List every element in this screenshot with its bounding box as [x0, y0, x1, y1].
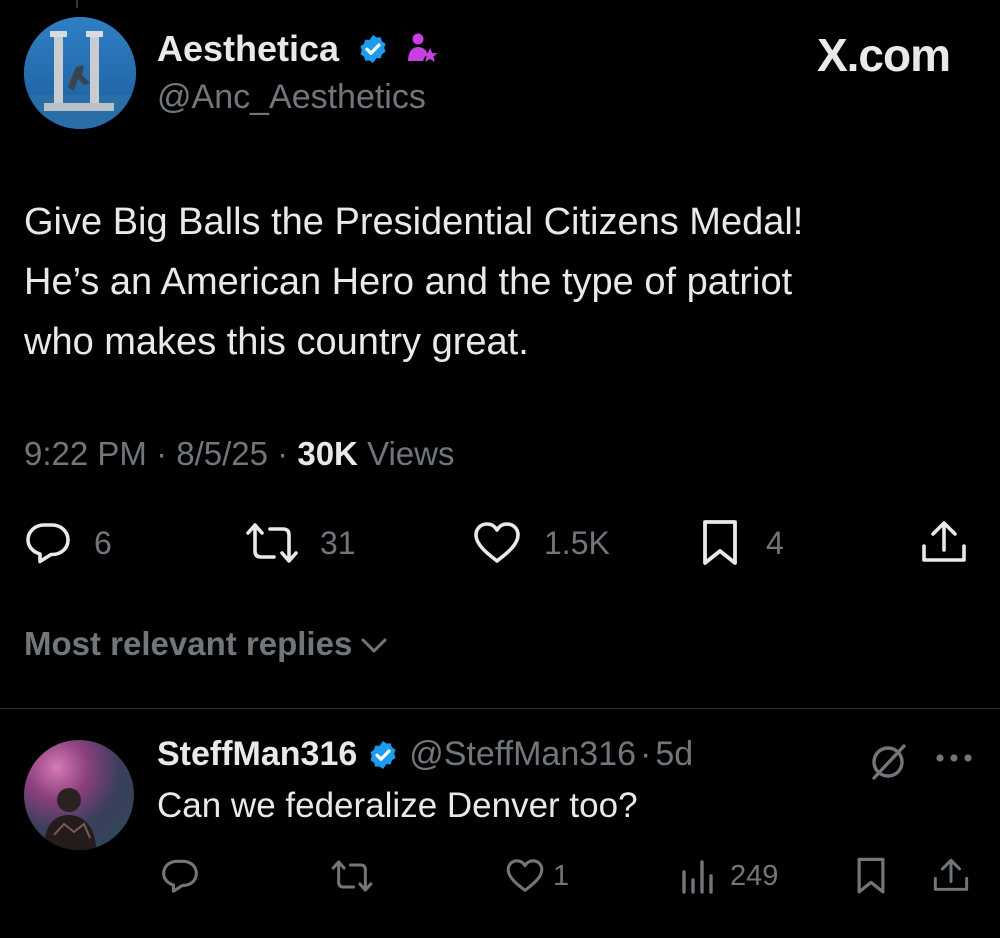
share-icon — [933, 858, 969, 891]
tweet-text-line: Give Big Balls the Presidential Citizens… — [24, 201, 804, 243]
reply-header: SteffMan316 @SteffMan316 · 5d — [157, 735, 693, 774]
author-handle[interactable]: @Anc_Aesthetics — [157, 78, 426, 117]
author-name[interactable]: Aesthetica — [157, 28, 339, 69]
meta-separator: · — [277, 435, 289, 472]
tweet-text-line: who makes this country great. — [24, 321, 529, 363]
repost-button[interactable]: 31 — [244, 521, 356, 565]
reply-bookmark-button[interactable] — [855, 856, 887, 896]
views-label: Views — [367, 435, 455, 472]
reply-author-handle[interactable]: @SteffMan316 — [409, 735, 636, 774]
bookmark-button[interactable]: 4 — [700, 520, 784, 565]
verified-badge-icon — [360, 35, 386, 63]
share-button[interactable] — [920, 521, 968, 565]
chevron-down-icon — [361, 638, 387, 653]
reply-like-button[interactable]: 1 — [505, 856, 569, 896]
replies-sort-dropdown[interactable]: Most relevant replies — [24, 625, 388, 663]
tweet-date[interactable]: 8/5/25 — [176, 435, 268, 472]
repost-icon — [331, 860, 373, 892]
bookmark-count: 4 — [766, 524, 784, 561]
reply-text: Can we federalize Denver too? — [157, 786, 638, 825]
reply-icon — [162, 859, 198, 893]
like-button[interactable]: 1.5K — [472, 521, 610, 565]
reply-icon — [26, 523, 70, 564]
repost-count: 31 — [320, 524, 356, 561]
like-count: 1.5K — [544, 524, 610, 561]
affiliate-icon — [408, 33, 438, 62]
reply-age[interactable]: 5d — [655, 735, 693, 774]
reply-like-count: 1 — [553, 859, 570, 892]
bookmark-icon — [703, 520, 737, 565]
reply-share-button[interactable] — [932, 856, 970, 896]
tweet-text: Give Big Balls the Presidential Citizens… — [24, 192, 984, 372]
tweet-time[interactable]: 9:22 PM — [24, 435, 147, 472]
replies-sort-label: Most relevant replies — [24, 625, 353, 662]
reply-button[interactable]: 6 — [24, 521, 112, 565]
bookmark-icon — [857, 857, 885, 894]
brand-watermark: X.com — [816, 29, 951, 81]
thread-connector-line — [76, 0, 78, 8]
share-icon — [922, 521, 966, 562]
like-icon — [474, 522, 520, 563]
reply-count: 6 — [94, 524, 112, 561]
reply-repost-button[interactable] — [330, 856, 374, 896]
like-icon — [506, 859, 544, 892]
divider — [0, 708, 1000, 709]
verified-badge-icon — [370, 740, 396, 769]
reply-separator: · — [639, 735, 652, 773]
views-count[interactable]: 30K — [297, 435, 358, 472]
avatar-image — [24, 17, 136, 129]
more-icon[interactable] — [934, 752, 974, 764]
tweet-text-line: He’s an American Hero and the type of pa… — [24, 261, 793, 303]
grok-icon[interactable] — [868, 742, 908, 782]
author-name-row[interactable]: Aesthetica — [157, 28, 439, 70]
reply-views-button[interactable]: 249 — [680, 856, 778, 896]
meta-separator: · — [156, 435, 168, 472]
reply-author-avatar[interactable] — [24, 740, 134, 850]
reply-author-name[interactable]: SteffMan316 — [157, 735, 357, 774]
views-icon — [682, 860, 713, 894]
reply-views-count: 249 — [730, 859, 779, 892]
reply-reply-button[interactable] — [160, 856, 200, 896]
tweet-meta: 9:22 PM · 8/5/25 · 30K Views — [24, 435, 455, 473]
repost-icon — [246, 523, 298, 563]
author-avatar[interactable] — [24, 17, 136, 129]
avatar-image — [44, 788, 96, 850]
